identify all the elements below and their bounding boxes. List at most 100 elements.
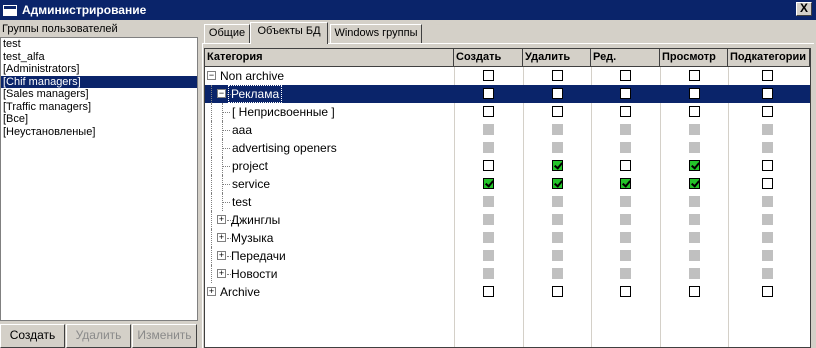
category-cell: [ Неприсвоенные ] (205, 103, 453, 121)
tree-row[interactable]: aaa (205, 121, 810, 139)
permission-checkbox[interactable] (762, 70, 773, 81)
tree-row[interactable]: + Новости (205, 265, 810, 283)
expand-icon[interactable]: + (217, 233, 226, 242)
permission-checkbox (762, 196, 773, 207)
permission-checkbox[interactable] (620, 178, 631, 189)
window-title: Администрирование (22, 3, 147, 17)
permission-checkbox (689, 124, 700, 135)
permission-checkbox[interactable] (762, 106, 773, 117)
column-header[interactable]: Создать (454, 49, 523, 67)
tree-row[interactable]: + Archive (205, 283, 810, 301)
expand-icon[interactable]: + (217, 215, 226, 224)
group-item[interactable]: [Administrators] (1, 63, 197, 76)
permission-checkbox (552, 268, 563, 279)
tree-row[interactable]: service (205, 175, 810, 193)
permission-checkbox[interactable] (689, 178, 700, 189)
tab-db-objects[interactable]: Объекты БД (250, 22, 328, 44)
permission-checkbox[interactable] (552, 106, 563, 117)
title-bar: Администрирование X (0, 0, 816, 20)
permission-checkbox[interactable] (689, 70, 700, 81)
tree-row[interactable]: + Джинглы (205, 211, 810, 229)
column-header[interactable]: Просмотр (660, 49, 728, 67)
permission-checkbox[interactable] (552, 286, 563, 297)
tree-row[interactable]: project (205, 157, 810, 175)
group-item[interactable]: [Chif managers] (1, 75, 197, 88)
tree-connector (222, 184, 230, 185)
tab-general[interactable]: Общие (204, 24, 250, 43)
permission-checkbox[interactable] (620, 286, 631, 297)
permission-checkbox[interactable] (483, 70, 494, 81)
expand-icon[interactable]: + (217, 269, 226, 278)
permission-checkbox[interactable] (689, 286, 700, 297)
permission-checkbox[interactable] (483, 160, 494, 171)
permission-checkbox[interactable] (689, 106, 700, 117)
category-cell: + Archive (205, 283, 453, 301)
tree-connector (211, 229, 212, 247)
tree-row[interactable]: − Реклама (205, 85, 810, 103)
permission-checkbox (552, 214, 563, 225)
tree-connector (211, 175, 212, 193)
expand-icon[interactable]: + (217, 251, 226, 260)
permission-checkbox[interactable] (483, 106, 494, 117)
tree-connector (222, 121, 223, 139)
tree-connector (222, 166, 230, 167)
tree-row[interactable]: test (205, 193, 810, 211)
permission-checkbox[interactable] (620, 88, 631, 99)
category-cell: service (205, 175, 453, 193)
permission-checkbox[interactable] (762, 88, 773, 99)
column-header[interactable]: Удалить (523, 49, 591, 67)
window-icon (3, 4, 17, 16)
group-item[interactable]: [Traffic managers] (1, 101, 197, 114)
category-cell: + Передачи (205, 247, 453, 265)
permission-checkbox[interactable] (689, 160, 700, 171)
permission-checkbox (620, 250, 631, 261)
category-label: Джинглы (231, 213, 281, 227)
permission-checkbox (483, 232, 494, 243)
close-button[interactable]: X (796, 2, 812, 16)
tree-row[interactable]: advertising openers (205, 139, 810, 157)
collapse-icon[interactable]: − (207, 71, 216, 80)
column-header[interactable]: Категория (205, 49, 454, 67)
permission-checkbox[interactable] (762, 178, 773, 189)
group-item[interactable]: test (1, 38, 197, 51)
column-header[interactable]: Подкатегории (728, 49, 810, 67)
permission-checkbox[interactable] (762, 160, 773, 171)
group-item[interactable]: [Все] (1, 113, 197, 126)
permission-checkbox[interactable] (620, 160, 631, 171)
tree-connector (211, 139, 212, 157)
group-item[interactable]: [Sales managers] (1, 88, 197, 101)
category-label: Archive (220, 285, 261, 299)
permission-checkbox[interactable] (620, 106, 631, 117)
permission-checkbox[interactable] (483, 286, 494, 297)
category-label: Передачи (231, 249, 286, 263)
permission-checkbox[interactable] (552, 178, 563, 189)
column-header[interactable]: Ред. (591, 49, 660, 67)
permission-checkbox[interactable] (483, 88, 494, 99)
tree-row[interactable]: − Non archive (205, 67, 810, 85)
tree-row[interactable]: + Музыка (205, 229, 810, 247)
create-group-button[interactable]: Создать (0, 324, 65, 348)
category-label: Музыка (231, 231, 274, 245)
tab-windows-groups[interactable]: Windows группы (330, 24, 422, 43)
permission-checkbox[interactable] (483, 178, 494, 189)
category-label: [ Неприсвоенные ] (232, 105, 335, 119)
edit-group-button[interactable]: Изменить (132, 324, 197, 348)
category-cell: + Музыка (205, 229, 453, 247)
permission-checkbox[interactable] (689, 88, 700, 99)
tree-row[interactable]: [ Неприсвоенные ] (205, 103, 810, 121)
tree-connector (222, 112, 230, 113)
delete-group-button[interactable]: Удалить (66, 324, 131, 348)
permission-checkbox[interactable] (552, 70, 563, 81)
category-cell: − Non archive (205, 67, 453, 85)
permission-checkbox[interactable] (552, 88, 563, 99)
permission-checkbox[interactable] (762, 286, 773, 297)
expand-icon[interactable]: + (207, 287, 216, 296)
groups-list[interactable]: test test_alfa [Administrators] [Chif manag… (0, 37, 198, 321)
collapse-icon[interactable]: − (217, 89, 226, 98)
permission-checkbox[interactable] (620, 70, 631, 81)
group-item[interactable]: test_alfa (1, 51, 197, 64)
category-label: service (232, 177, 271, 191)
permission-checkbox[interactable] (552, 160, 563, 171)
tree-row[interactable]: + Передачи (205, 247, 810, 265)
group-item[interactable]: [Неустановленые] (1, 126, 197, 139)
